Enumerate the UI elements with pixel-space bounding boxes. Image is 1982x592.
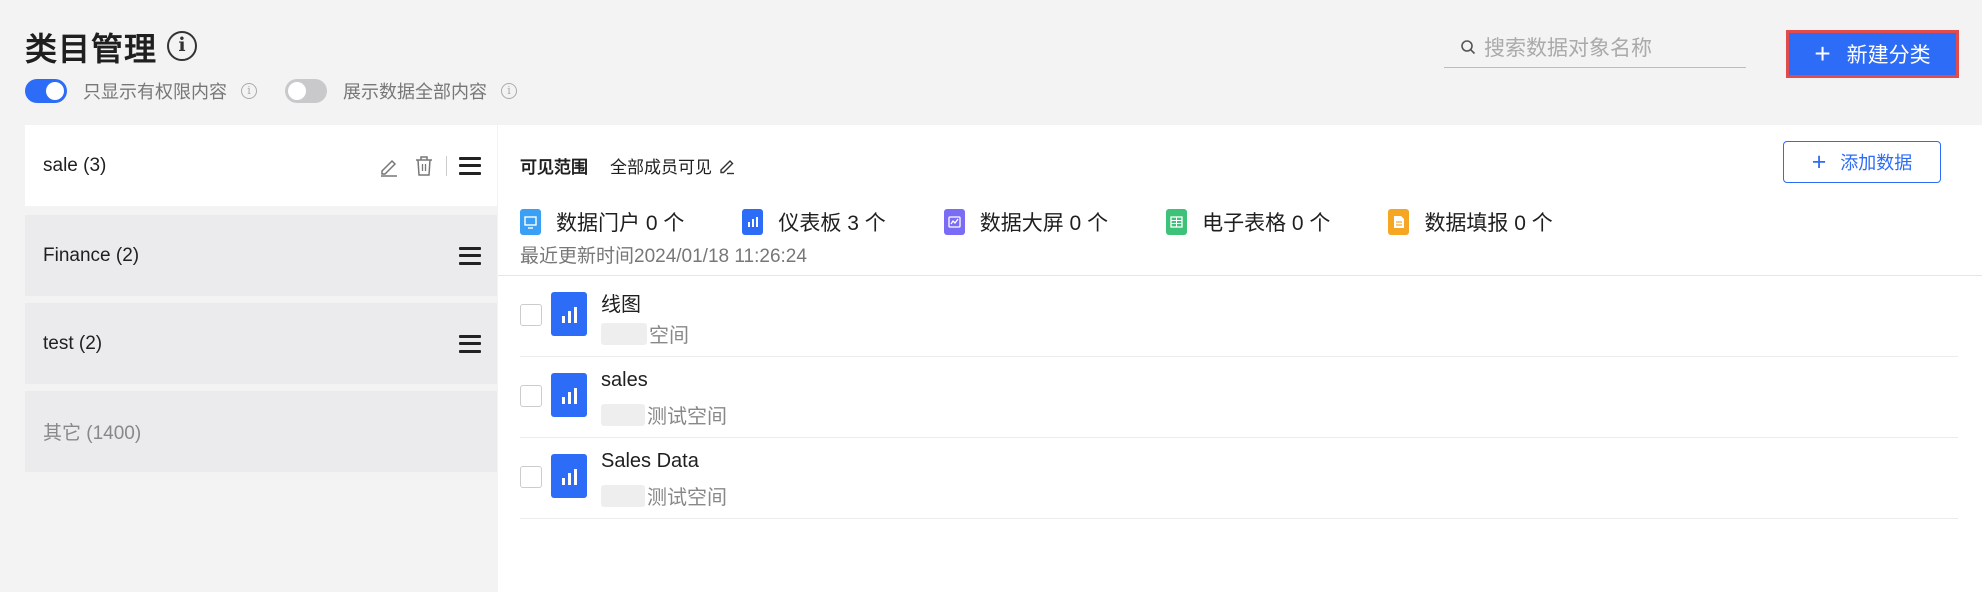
blurred-text <box>601 403 645 426</box>
row-checkbox[interactable] <box>520 385 542 407</box>
visibility-value: 全部成员可见 <box>610 158 712 177</box>
list-item[interactable]: 线图 空间 <box>520 276 1958 357</box>
category-label: 其它 (1400) <box>43 423 142 444</box>
stat-big-screen: 数据大屏 0 个 <box>943 207 1109 237</box>
blurred-text <box>601 484 645 507</box>
stat-label: 数据填报 0 个 <box>1424 212 1553 235</box>
workspace-label: 空间 <box>649 325 689 347</box>
edit-icon[interactable] <box>378 155 400 177</box>
drag-handle-icon[interactable] <box>459 156 481 175</box>
item-name[interactable]: Sales Data <box>601 450 699 473</box>
category-item-sale[interactable]: sale (3) <box>25 125 497 206</box>
category-item-other[interactable]: 其它 (1400) <box>25 391 497 472</box>
drag-handle-icon[interactable] <box>459 246 481 265</box>
visibility-label: 可见范围 <box>520 158 588 177</box>
category-detail-panel: 可见范围 全部成员可见 + 添加数据 数据门户 0 个 仪表板 3 个 数据大屏… <box>498 125 1982 592</box>
edit-visibility-icon[interactable] <box>718 157 736 175</box>
item-workspace: 测试空间 <box>601 481 727 510</box>
permission-toggle[interactable] <box>25 79 67 103</box>
stat-label: 电子表格 0 个 <box>1202 212 1331 235</box>
add-data-button[interactable]: + 添加数据 <box>1783 141 1941 183</box>
stat-label: 仪表板 3 个 <box>778 212 886 235</box>
search-input[interactable]: 搜索数据对象名称 <box>1444 26 1746 68</box>
plus-icon: + <box>1814 38 1831 69</box>
workspace-label: 测试空间 <box>647 406 727 428</box>
row-checkbox[interactable] <box>520 466 542 488</box>
stat-portal: 数据门户 0 个 <box>520 207 684 237</box>
new-category-label: 新建分类 <box>1846 44 1931 67</box>
portal-icon <box>520 209 541 235</box>
stat-form: 数据填报 0 个 <box>1388 207 1553 237</box>
workspace-label: 测试空间 <box>647 487 727 509</box>
filter-toggles: 只显示有权限内容 i 展示数据全部内容 i <box>25 77 545 105</box>
stat-spreadsheet: 电子表格 0 个 <box>1166 207 1330 237</box>
category-item-finance[interactable]: Finance (2) <box>25 215 497 296</box>
dashboard-icon <box>551 373 587 417</box>
big-screen-icon <box>943 209 965 235</box>
category-label: Finance (2) <box>43 244 140 266</box>
permission-info-icon[interactable]: i <box>241 83 257 99</box>
form-icon <box>1388 209 1410 235</box>
list-item[interactable]: sales 测试空间 <box>520 357 1958 438</box>
item-name[interactable]: 线图 <box>601 288 641 317</box>
new-category-button[interactable]: + 新建分类 <box>1786 30 1959 78</box>
delete-icon[interactable] <box>414 155 434 177</box>
row-checkbox[interactable] <box>520 304 542 326</box>
spreadsheet-icon <box>1166 209 1188 235</box>
category-label: test (2) <box>43 332 103 354</box>
visibility-row: 可见范围 全部成员可见 <box>520 153 736 178</box>
page-title: 类目管理 <box>25 31 158 67</box>
item-workspace: 测试空间 <box>601 400 727 429</box>
category-label: sale (3) <box>43 154 107 176</box>
blurred-text <box>601 322 647 345</box>
search-placeholder: 搜索数据对象名称 <box>1484 36 1652 60</box>
show-all-toggle-label: 展示数据全部内容 <box>343 82 487 102</box>
add-data-label: 添加数据 <box>1840 153 1913 173</box>
last-updated: 最近更新时间2024/01/18 11:26:24 <box>520 246 807 267</box>
show-all-toggle[interactable] <box>285 79 327 103</box>
search-icon <box>1461 39 1476 54</box>
dashboard-icon <box>551 292 587 336</box>
item-name[interactable]: sales <box>601 369 648 392</box>
stat-label: 数据大屏 0 个 <box>979 212 1109 235</box>
permission-toggle-label: 只显示有权限内容 <box>83 82 227 102</box>
category-item-test[interactable]: test (2) <box>25 303 497 384</box>
dashboard-icon <box>742 209 764 235</box>
stat-dashboard: 仪表板 3 个 <box>742 207 886 237</box>
action-divider <box>446 155 447 176</box>
info-icon[interactable]: i <box>167 31 197 61</box>
drag-handle-icon[interactable] <box>459 334 481 353</box>
list-item[interactable]: Sales Data 测试空间 <box>520 438 1958 519</box>
plus-icon: + <box>1811 147 1827 176</box>
dashboard-icon <box>551 454 587 498</box>
show-all-info-icon[interactable]: i <box>501 83 517 99</box>
item-workspace: 空间 <box>601 319 689 348</box>
stat-label: 数据门户 0 个 <box>556 212 685 235</box>
stats-row: 数据门户 0 个 仪表板 3 个 数据大屏 0 个 电子表格 0 个 数据填报 … <box>520 207 1611 237</box>
